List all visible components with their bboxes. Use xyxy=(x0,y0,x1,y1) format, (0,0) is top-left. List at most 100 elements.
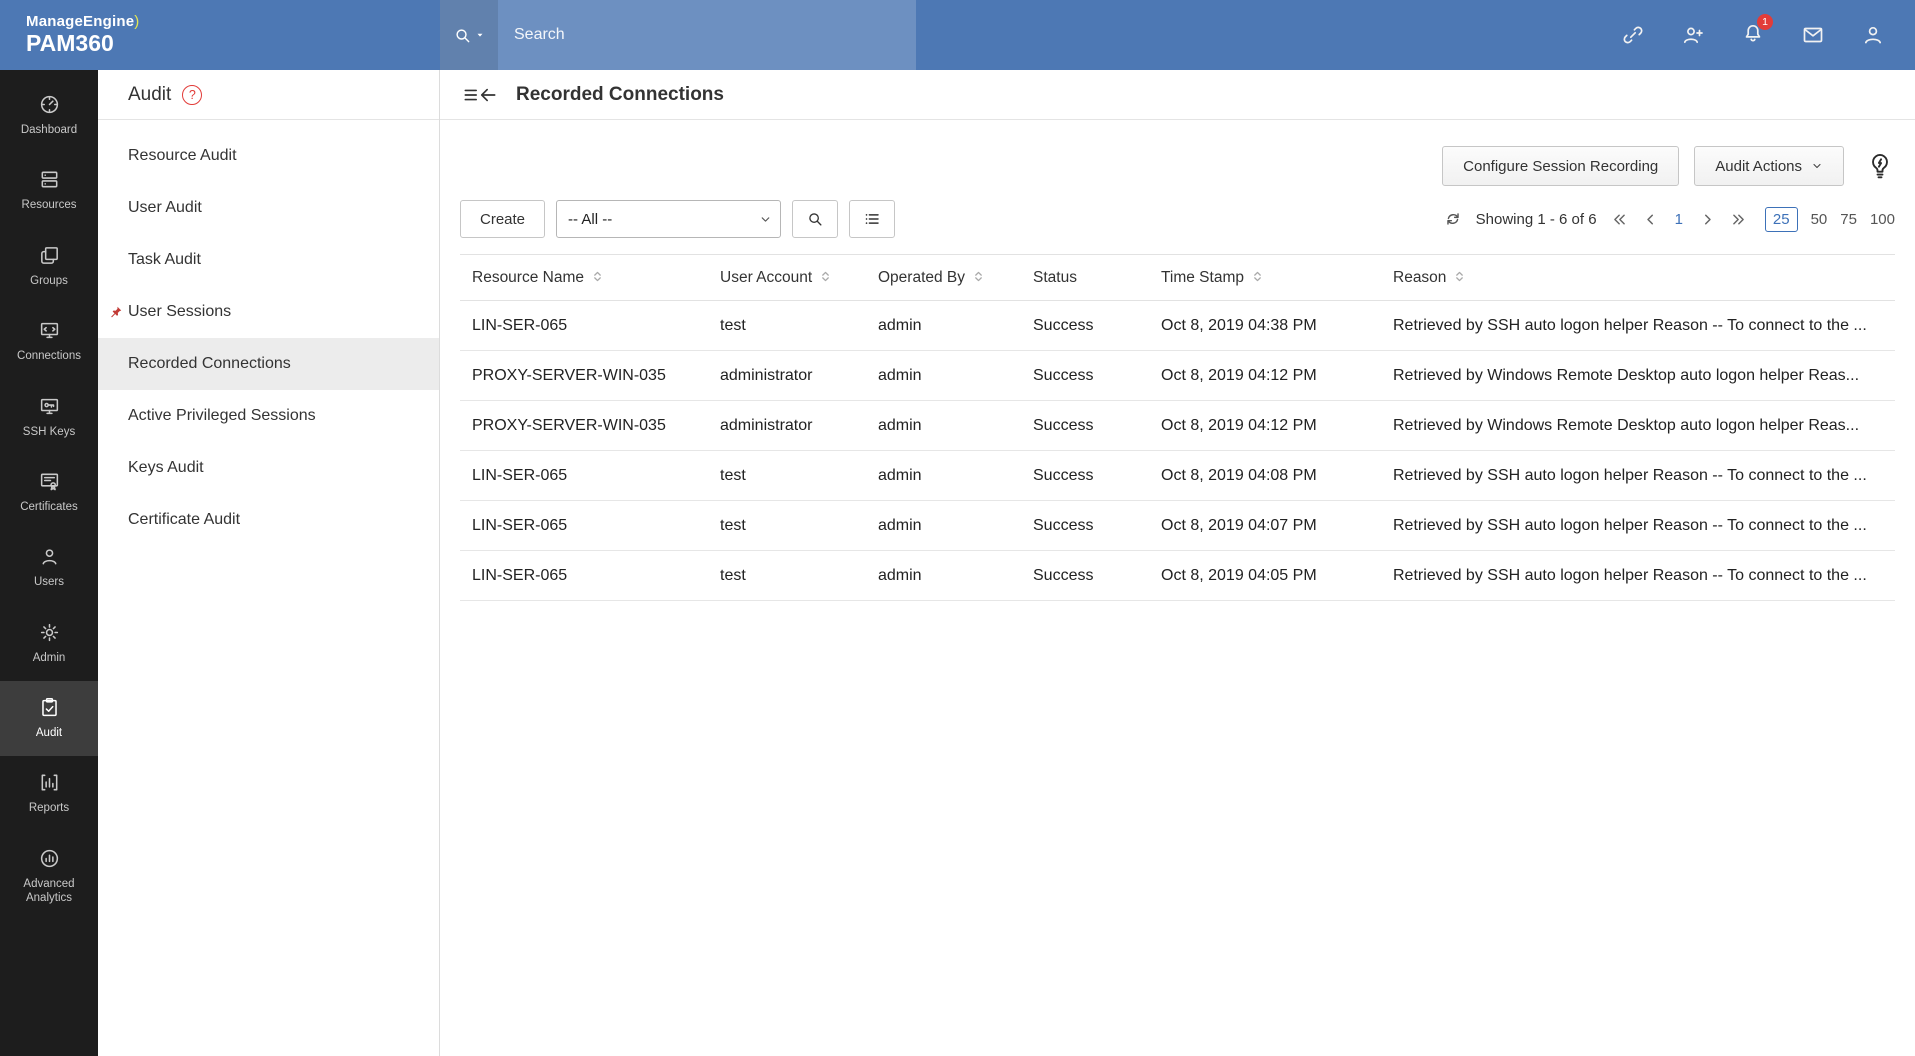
last-page-icon[interactable] xyxy=(1730,211,1747,228)
reports-icon xyxy=(38,771,61,794)
resources-icon xyxy=(38,168,61,191)
sidebar-item-users[interactable]: Users xyxy=(0,530,98,605)
groups-icon xyxy=(38,244,61,267)
sidebar-item-resources[interactable]: Resources xyxy=(0,153,98,228)
sidebar-item-label: Resources xyxy=(22,198,77,212)
cell-user-account: test xyxy=(708,501,866,551)
search-table-button[interactable] xyxy=(792,200,838,238)
sidebar-item-audit[interactable]: Audit xyxy=(0,681,98,756)
cell-user-account: test xyxy=(708,451,866,501)
cell-reason: Retrieved by SSH auto logon helper Reaso… xyxy=(1381,301,1895,351)
audit-menu-item-user-sessions[interactable]: User Sessions xyxy=(98,286,439,338)
column-header-user-account[interactable]: User Account xyxy=(708,255,866,301)
sidebar-item-admin[interactable]: Admin xyxy=(0,606,98,681)
page-size-75[interactable]: 75 xyxy=(1840,211,1857,228)
list-view-button[interactable] xyxy=(849,200,895,238)
table-row[interactable]: LIN-SER-065 test admin Success Oct 8, 20… xyxy=(460,301,1895,351)
table-row[interactable]: LIN-SER-065 test admin Success Oct 8, 20… xyxy=(460,551,1895,601)
sidebar-item-groups[interactable]: Groups xyxy=(0,229,98,304)
configure-session-recording-button[interactable]: Configure Session Recording xyxy=(1442,146,1679,186)
audit-menu: Resource Audit User Audit Task Audit Use… xyxy=(98,120,439,546)
sidebar-item-certificates[interactable]: Certificates xyxy=(0,455,98,530)
audit-menu-item-label: Task Audit xyxy=(128,251,201,269)
refresh-icon[interactable] xyxy=(1444,210,1462,228)
cell-operated-by: admin xyxy=(866,351,1021,401)
column-header-operated-by[interactable]: Operated By xyxy=(866,255,1021,301)
app-root: ManageEngine) PAM360 1 Dashboard Resourc xyxy=(0,0,1915,1056)
sort-icon[interactable] xyxy=(1453,270,1466,283)
search-icon xyxy=(806,210,824,228)
sidebar-item-ssh-keys[interactable]: SSH Keys xyxy=(0,380,98,455)
table-row[interactable]: PROXY-SERVER-WIN-035 administrator admin… xyxy=(460,401,1895,451)
analytics-icon xyxy=(38,847,61,870)
column-label: Operated By xyxy=(878,269,965,286)
mail-icon[interactable] xyxy=(1801,23,1825,47)
link-icon[interactable] xyxy=(1621,23,1645,47)
ssh-keys-icon xyxy=(38,395,61,418)
current-page[interactable]: 1 xyxy=(1673,211,1685,228)
main-area: Recorded Connections Configure Session R… xyxy=(440,70,1915,1056)
sort-icon[interactable] xyxy=(1251,270,1264,283)
first-page-icon[interactable] xyxy=(1611,211,1628,228)
sort-icon[interactable] xyxy=(819,270,832,283)
page-size-25[interactable]: 25 xyxy=(1765,207,1798,232)
next-page-icon[interactable] xyxy=(1699,211,1716,228)
filter-select[interactable]: -- All -- xyxy=(556,200,781,238)
column-header-resource-name[interactable]: Resource Name xyxy=(460,255,708,301)
page-size-options: 25 50 75 100 xyxy=(1765,207,1895,232)
search-scope-button[interactable] xyxy=(440,0,498,70)
cell-status: Success xyxy=(1021,401,1149,451)
cell-status: Success xyxy=(1021,301,1149,351)
filter-selected-value: -- All -- xyxy=(568,211,612,228)
sidebar-item-label: Certificates xyxy=(20,500,78,514)
page-size-100[interactable]: 100 xyxy=(1870,211,1895,228)
sidebar-item-advanced-analytics[interactable]: Advanced Analytics xyxy=(0,832,98,922)
audit-menu-item-label: Recorded Connections xyxy=(128,355,291,373)
sort-icon[interactable] xyxy=(591,270,604,283)
users-icon xyxy=(38,545,61,568)
recorded-connections-table: Resource Name User Account Operated By S… xyxy=(460,254,1895,601)
cell-operated-by: admin xyxy=(866,401,1021,451)
back-arrow-icon[interactable] xyxy=(478,85,498,105)
search-input[interactable] xyxy=(498,0,916,70)
user-add-icon[interactable] xyxy=(1681,23,1705,47)
notifications-button[interactable]: 1 xyxy=(1741,21,1765,50)
page-title: Recorded Connections xyxy=(516,84,724,106)
sidebar-item-dashboard[interactable]: Dashboard xyxy=(0,78,98,153)
manageengine-logo[interactable]: ManageEngine) PAM360 xyxy=(0,0,440,70)
cell-status: Success xyxy=(1021,451,1149,501)
table-row[interactable]: PROXY-SERVER-WIN-035 administrator admin… xyxy=(460,351,1895,401)
audit-actions-button[interactable]: Audit Actions xyxy=(1694,146,1844,186)
global-search xyxy=(440,0,916,70)
column-header-status[interactable]: Status xyxy=(1021,255,1149,301)
help-icon[interactable]: ? xyxy=(182,85,202,105)
cell-time-stamp: Oct 8, 2019 04:07 PM xyxy=(1149,501,1381,551)
sidebar-item-connections[interactable]: Connections xyxy=(0,304,98,379)
table-row[interactable]: LIN-SER-065 test admin Success Oct 8, 20… xyxy=(460,501,1895,551)
sidebar-item-label: Advanced Analytics xyxy=(4,877,94,906)
audit-menu-item-active-privileged-sessions[interactable]: Active Privileged Sessions xyxy=(98,390,439,442)
cell-status: Success xyxy=(1021,351,1149,401)
page-size-50[interactable]: 50 xyxy=(1811,211,1828,228)
sidebar-item-label: Dashboard xyxy=(21,123,77,137)
column-label: Status xyxy=(1033,269,1077,286)
audit-menu-item-certificate-audit[interactable]: Certificate Audit xyxy=(98,494,439,546)
notification-badge: 1 xyxy=(1757,14,1773,30)
audit-menu-item-resource-audit[interactable]: Resource Audit xyxy=(98,130,439,182)
audit-menu-item-keys-audit[interactable]: Keys Audit xyxy=(98,442,439,494)
audit-menu-item-user-audit[interactable]: User Audit xyxy=(98,182,439,234)
toolbar-left: Create -- All -- xyxy=(460,200,895,238)
lightbulb-icon[interactable] xyxy=(1865,151,1895,181)
column-header-time-stamp[interactable]: Time Stamp xyxy=(1149,255,1381,301)
toolbar-right: Showing 1 - 6 of 6 1 255075100 xyxy=(1444,207,1895,232)
audit-menu-item-task-audit[interactable]: Task Audit xyxy=(98,234,439,286)
sidebar-item-label: Reports xyxy=(29,801,69,815)
audit-menu-item-recorded-connections[interactable]: Recorded Connections xyxy=(98,338,439,390)
create-button[interactable]: Create xyxy=(460,200,545,238)
table-row[interactable]: LIN-SER-065 test admin Success Oct 8, 20… xyxy=(460,451,1895,501)
sort-icon[interactable] xyxy=(972,270,985,283)
sidebar-item-reports[interactable]: Reports xyxy=(0,756,98,831)
prev-page-icon[interactable] xyxy=(1642,211,1659,228)
column-header-reason[interactable]: Reason xyxy=(1381,255,1895,301)
account-icon[interactable] xyxy=(1861,23,1885,47)
